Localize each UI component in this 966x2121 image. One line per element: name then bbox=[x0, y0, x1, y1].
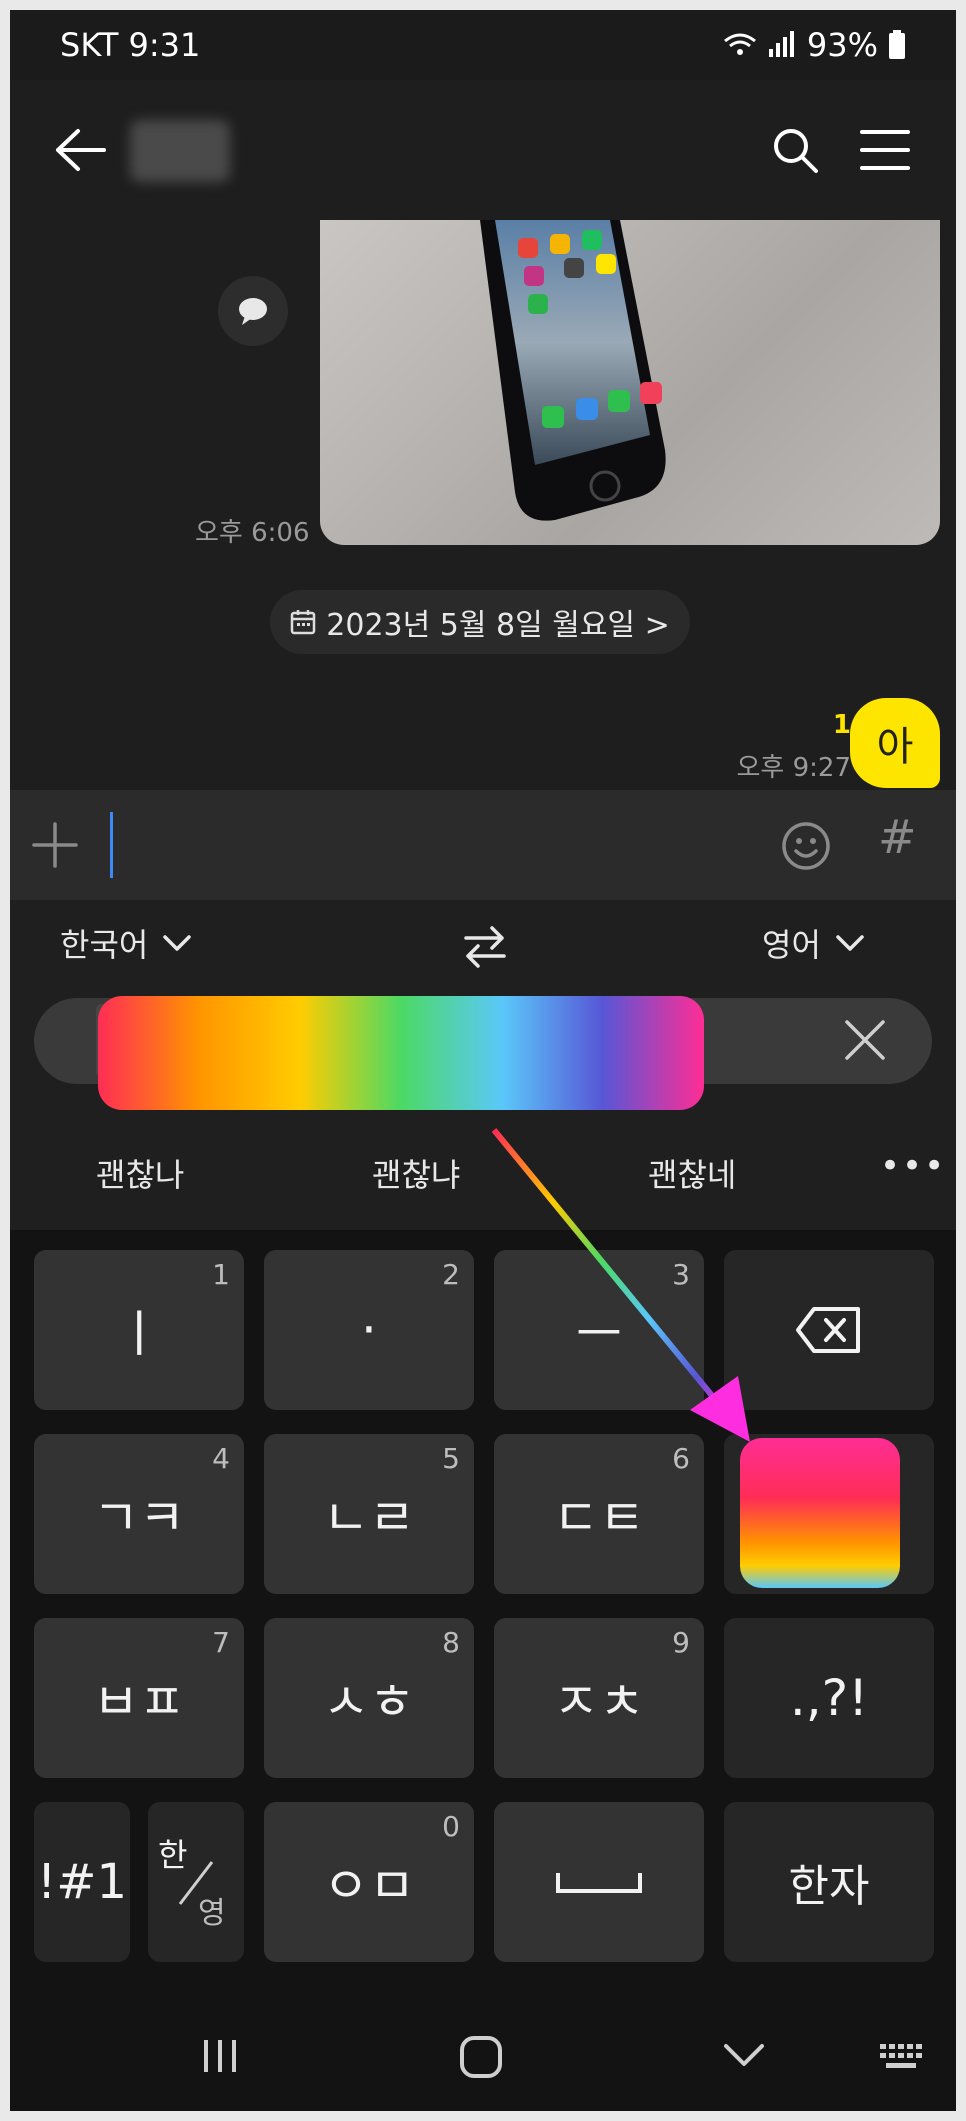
language-toggle-key[interactable]: 한 영 bbox=[148, 1802, 244, 1962]
chevron-down-icon bbox=[836, 935, 864, 951]
backspace-icon bbox=[796, 1307, 860, 1353]
speech-bubble-icon bbox=[239, 298, 267, 325]
system-navigation-bar bbox=[10, 2000, 956, 2111]
key-7[interactable]: ㅂㅍ 7 bbox=[34, 1618, 244, 1778]
source-language-selector[interactable]: 한국어 bbox=[60, 920, 192, 966]
shared-photo[interactable] bbox=[320, 220, 940, 545]
hashtag-search-button[interactable]: # bbox=[878, 810, 917, 864]
key-5[interactable]: ㄴㄹ 5 bbox=[264, 1434, 474, 1594]
key-label: ㅣ bbox=[116, 1305, 162, 1363]
space-key[interactable] bbox=[494, 1802, 704, 1962]
phone-photo-image bbox=[480, 220, 666, 521]
chevron-down-icon bbox=[163, 935, 192, 951]
key-6[interactable]: ㄷㅌ 6 bbox=[494, 1434, 704, 1594]
signal-icon bbox=[768, 31, 794, 57]
target-language-selector[interactable]: 영어 bbox=[762, 920, 865, 966]
highlight-frame bbox=[740, 1438, 900, 1588]
hanja-key[interactable]: 한자 bbox=[724, 1802, 934, 1962]
key-number: 4 bbox=[212, 1442, 230, 1475]
unread-count: 1 bbox=[832, 710, 851, 740]
keyboard-icon[interactable] bbox=[878, 2042, 926, 2072]
key-9[interactable]: ㅈㅊ 9 bbox=[494, 1618, 704, 1778]
symbols-key[interactable]: !#1 bbox=[34, 1802, 130, 1962]
wifi-icon bbox=[723, 33, 756, 55]
plus-icon[interactable] bbox=[30, 820, 80, 870]
key-number: 7 bbox=[212, 1626, 230, 1659]
key-label: ㄴㄹ bbox=[323, 1489, 415, 1547]
chat-header bbox=[10, 80, 956, 220]
key-label: · bbox=[361, 1301, 377, 1359]
key-label: ㄱㅋ bbox=[93, 1489, 185, 1547]
key-label: .,?! bbox=[789, 1669, 869, 1727]
battery-percent: 93% bbox=[806, 26, 878, 64]
source-language-label: 한국어 bbox=[60, 926, 149, 964]
key-0[interactable]: ㅇㅁ 0 bbox=[264, 1802, 474, 1962]
target-language-label: 영어 bbox=[762, 926, 821, 964]
key-number: 5 bbox=[442, 1442, 460, 1475]
key-number: 9 bbox=[672, 1626, 690, 1659]
search-icon[interactable] bbox=[770, 125, 820, 175]
yeong-label: 영 bbox=[198, 1896, 226, 1931]
battery-icon bbox=[889, 30, 905, 59]
translation-input-text: 너 괜찮니 bbox=[160, 1025, 296, 1065]
suggestion-1[interactable]: 괜찮나 bbox=[96, 1150, 184, 1196]
message-input-bar: # bbox=[10, 790, 956, 900]
status-bar: SKT 9:31 93% bbox=[10, 10, 956, 80]
key-number: 2 bbox=[442, 1258, 460, 1291]
emoji-icon[interactable] bbox=[780, 820, 832, 872]
key-label: ㅈㅊ bbox=[553, 1673, 645, 1731]
key-label: ㄷㅌ bbox=[553, 1489, 645, 1547]
message-input-cursor[interactable] bbox=[110, 812, 113, 878]
home-icon[interactable] bbox=[458, 2034, 504, 2080]
key-number: 8 bbox=[442, 1626, 460, 1659]
key-8[interactable]: ㅅㅎ 8 bbox=[264, 1618, 474, 1778]
annotation-arrow bbox=[491, 1128, 750, 1442]
sent-message-bubble[interactable]: 아 bbox=[850, 698, 940, 788]
phone-screen: SKT 9:31 93% 오후 6:06 2023년 5월 8일 월요일 > 1… bbox=[10, 10, 956, 2111]
key-number: 0 bbox=[442, 1810, 460, 1843]
key-label: !#1 bbox=[37, 1854, 127, 1910]
menu-icon[interactable] bbox=[860, 128, 910, 172]
hide-keyboard-icon[interactable] bbox=[722, 2040, 766, 2070]
suggestion-2[interactable]: 괜찮냐 bbox=[372, 1150, 460, 1196]
close-icon[interactable] bbox=[842, 1017, 888, 1063]
key-number: 1 bbox=[212, 1258, 230, 1291]
date-divider-label: 2023년 5월 8일 월요일 > bbox=[326, 608, 670, 643]
photo-timestamp: 오후 6:06 bbox=[195, 518, 310, 548]
calendar-icon bbox=[291, 610, 316, 635]
key-label: ㅅㅎ bbox=[323, 1673, 415, 1731]
date-divider[interactable]: 2023년 5월 8일 월요일 > bbox=[270, 590, 690, 654]
punctuation-key[interactable]: .,?! bbox=[724, 1618, 934, 1778]
chat-room-name-blurred[interactable] bbox=[130, 120, 230, 182]
key-label: ㅇㅁ bbox=[323, 1857, 415, 1915]
back-arrow-icon[interactable] bbox=[50, 125, 110, 175]
swap-languages-icon[interactable] bbox=[460, 922, 510, 972]
space-icon bbox=[556, 1873, 642, 1893]
key-label: ㅂㅍ bbox=[93, 1673, 185, 1731]
key-1[interactable]: ㅣ1 bbox=[34, 1250, 244, 1410]
chevron-left-icon[interactable]: ‹ bbox=[102, 1015, 116, 1056]
key-label: 한자 bbox=[788, 1861, 870, 1912]
status-icons: 93% bbox=[723, 26, 906, 64]
share-button[interactable] bbox=[218, 276, 288, 346]
more-options-icon[interactable]: ••• bbox=[880, 1146, 946, 1186]
key-2[interactable]: · 2 bbox=[264, 1250, 474, 1410]
key-4[interactable]: ㄱㅋ 4 bbox=[34, 1434, 244, 1594]
recent-apps-icon[interactable] bbox=[200, 2036, 240, 2076]
chat-area: 오후 6:06 2023년 5월 8일 월요일 > 1 오후 9:27 아 bbox=[10, 220, 956, 800]
translation-cursor bbox=[313, 1012, 316, 1064]
message-timestamp: 오후 9:27 bbox=[736, 753, 852, 783]
carrier-time: SKT 9:31 bbox=[60, 26, 201, 64]
